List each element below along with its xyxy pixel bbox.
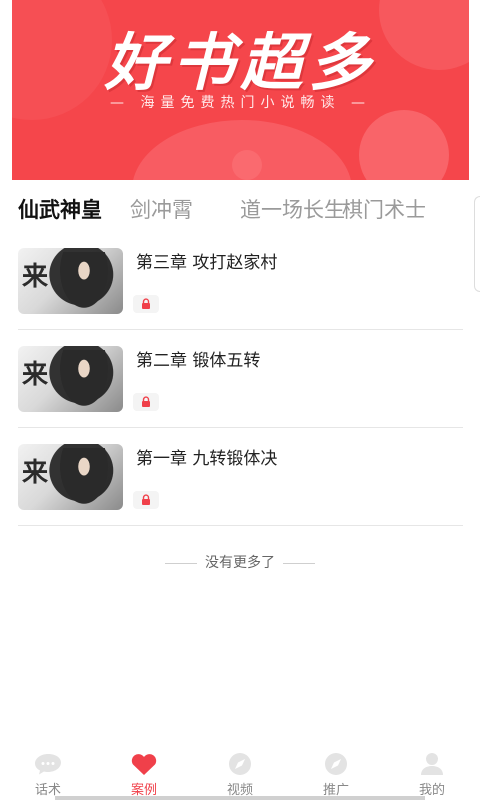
tab-book-1[interactable]: 仙武神皇 xyxy=(18,194,102,224)
chapter-title: 第二章 锻体五转 xyxy=(136,351,261,371)
chapter-item[interactable]: 来 第三章 攻打赵家村 xyxy=(18,232,463,330)
book-cover: 来 xyxy=(18,248,123,314)
nav-item-tuiguang[interactable]: 推广 xyxy=(288,748,384,800)
side-handle[interactable] xyxy=(474,196,480,292)
nav-item-anli[interactable]: 案例 xyxy=(96,748,192,800)
book-tabs: 仙武神皇 剑冲霄 道一场长生 棋门术士 xyxy=(0,192,470,228)
chapter-item[interactable]: 来 第一章 九转锻体决 xyxy=(18,428,463,526)
lock-badge xyxy=(133,393,159,411)
divider xyxy=(165,562,197,564)
cover-art xyxy=(56,350,112,412)
cover-calligraphy: 来 xyxy=(22,262,49,292)
end-note-text: 没有更多了 xyxy=(205,555,275,571)
nav-item-wode[interactable]: 我的 xyxy=(384,748,480,800)
tab-book-3[interactable]: 道一场长生 xyxy=(240,194,345,224)
banner-subtitle: — 海量免费热门小说畅读 — xyxy=(110,95,371,111)
chat-bubble-icon xyxy=(35,754,61,775)
banner-title: 好书超多 xyxy=(104,26,377,99)
nav-item-huashu[interactable]: 话术 xyxy=(0,748,96,800)
cover-art xyxy=(56,252,112,314)
lock-badge xyxy=(133,491,159,509)
book-cover: 来 xyxy=(18,444,123,510)
cover-art xyxy=(56,448,112,510)
tab-book-2[interactable]: 剑冲霄 xyxy=(130,194,193,224)
divider xyxy=(283,562,315,564)
lock-icon xyxy=(142,494,150,505)
tab-book-4[interactable]: 棋门术士 xyxy=(342,194,426,224)
chapter-title: 第一章 九转锻体决 xyxy=(136,449,278,469)
book-cover: 来 xyxy=(18,346,123,412)
chapter-title: 第三章 攻打赵家村 xyxy=(136,253,278,273)
nav-item-shipin[interactable]: 视频 xyxy=(192,748,288,800)
end-of-list-note: 没有更多了 xyxy=(0,552,480,572)
home-indicator xyxy=(55,796,425,800)
compass-icon xyxy=(325,753,347,775)
lock-badge xyxy=(133,295,159,313)
chapter-item[interactable]: 来 第二章 锻体五转 xyxy=(18,330,463,428)
heart-icon xyxy=(131,754,157,775)
banner-decoration xyxy=(232,150,262,180)
promo-banner[interactable]: 好书超多 — 海量免费热门小说畅读 — xyxy=(12,0,469,180)
compass-icon xyxy=(229,753,251,775)
cover-calligraphy: 来 xyxy=(22,458,49,488)
person-icon xyxy=(421,753,443,775)
banner-decoration xyxy=(359,110,449,180)
lock-icon xyxy=(142,298,150,309)
lock-icon xyxy=(142,396,150,407)
bottom-nav: 话术 案例 视频 推广 我的 xyxy=(0,748,480,800)
cover-calligraphy: 来 xyxy=(22,360,49,390)
chapter-list: 来 第三章 攻打赵家村 来 第二章 锻体五转 来 第一章 九转锻体决 xyxy=(18,232,463,526)
